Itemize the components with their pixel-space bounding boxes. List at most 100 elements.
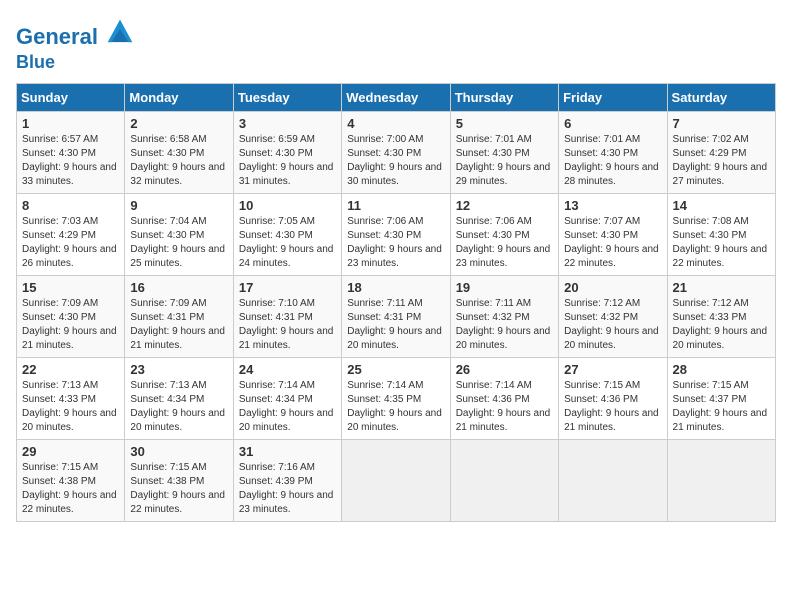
day-info: Sunrise: 7:16 AMSunset: 4:39 PMDaylight:… [239, 461, 336, 517]
calendar-day-14: 14 Sunrise: 7:08 AMSunset: 4:30 PMDayligh… [667, 194, 775, 276]
weekday-header-wednesday: Wednesday [342, 84, 450, 112]
calendar-table: SundayMondayTuesdayWednesdayThursdayFrid… [16, 83, 776, 522]
day-info: Sunrise: 7:12 AMSunset: 4:32 PMDaylight:… [564, 297, 661, 353]
calendar-day-20: 20 Sunrise: 7:12 AMSunset: 4:32 PMDayligh… [559, 276, 667, 358]
calendar-day-25: 25Sunrise: 7:14 AMSunset: 4:35 PMDayligh… [342, 358, 450, 440]
day-info: Sunrise: 7:08 AMSunset: 4:30 PMDaylight:… [673, 215, 770, 271]
day-info: Sunrise: 7:01 AMSunset: 4:30 PMDaylight:… [456, 133, 553, 189]
weekday-header-thursday: Thursday [450, 84, 558, 112]
calendar-day-30: 30 Sunrise: 7:15 AMSunset: 4:38 PMDayligh… [125, 440, 233, 522]
weekday-header-sunday: Sunday [17, 84, 125, 112]
day-info: Sunrise: 7:12 AMSunset: 4:33 PMDaylight:… [673, 297, 770, 353]
calendar-day-empty [342, 440, 450, 522]
calendar-day-21: 21Sunrise: 7:12 AMSunset: 4:33 PMDayligh… [667, 276, 775, 358]
day-number: 3 [239, 116, 336, 131]
calendar-day-31: 31 Sunrise: 7:16 AMSunset: 4:39 PMDayligh… [233, 440, 341, 522]
calendar-day-9: 9 Sunrise: 7:04 AMSunset: 4:30 PMDaylight… [125, 194, 233, 276]
day-info: Sunrise: 7:03 AMSunset: 4:29 PMDaylight:… [22, 215, 119, 271]
day-number: 16 [130, 280, 227, 295]
weekday-header-tuesday: Tuesday [233, 84, 341, 112]
calendar-day-6: 6Sunrise: 7:01 AMSunset: 4:30 PMDaylight… [559, 112, 667, 194]
day-number: 2 [130, 116, 227, 131]
calendar-day-8: 8Sunrise: 7:03 AMSunset: 4:29 PMDaylight… [17, 194, 125, 276]
day-info: Sunrise: 7:06 AMSunset: 4:30 PMDaylight:… [456, 215, 553, 271]
calendar-day-1: 1 Sunrise: 6:57 AMSunset: 4:30 PMDaylight… [17, 112, 125, 194]
calendar-week-1: 8Sunrise: 7:03 AMSunset: 4:29 PMDaylight… [17, 194, 776, 276]
day-info: Sunrise: 7:09 AMSunset: 4:30 PMDaylight:… [22, 297, 119, 353]
day-number: 5 [456, 116, 553, 131]
day-info: Sunrise: 6:59 AMSunset: 4:30 PMDaylight:… [239, 133, 336, 189]
calendar-day-7: 7 Sunrise: 7:02 AMSunset: 4:29 PMDaylight… [667, 112, 775, 194]
calendar-day-3: 3 Sunrise: 6:59 AMSunset: 4:30 PMDaylight… [233, 112, 341, 194]
weekday-header-monday: Monday [125, 84, 233, 112]
day-number: 20 [564, 280, 661, 295]
day-number: 30 [130, 444, 227, 459]
day-info: Sunrise: 7:15 AMSunset: 4:37 PMDaylight:… [673, 379, 770, 435]
day-number: 26 [456, 362, 553, 377]
day-number: 1 [22, 116, 119, 131]
calendar-day-16: 16 Sunrise: 7:09 AMSunset: 4:31 PMDayligh… [125, 276, 233, 358]
day-info: Sunrise: 7:15 AMSunset: 4:36 PMDaylight:… [564, 379, 661, 435]
day-info: Sunrise: 7:06 AMSunset: 4:30 PMDaylight:… [347, 215, 444, 271]
day-number: 22 [22, 362, 119, 377]
day-info: Sunrise: 7:14 AMSunset: 4:35 PMDaylight:… [347, 379, 444, 435]
calendar-day-18: 18 Sunrise: 7:11 AMSunset: 4:31 PMDayligh… [342, 276, 450, 358]
day-number: 27 [564, 362, 661, 377]
calendar-day-empty [667, 440, 775, 522]
calendar-day-empty [450, 440, 558, 522]
calendar-day-11: 11 Sunrise: 7:06 AMSunset: 4:30 PMDayligh… [342, 194, 450, 276]
calendar-day-2: 2 Sunrise: 6:58 AMSunset: 4:30 PMDaylight… [125, 112, 233, 194]
logo-icon [106, 16, 134, 44]
day-number: 7 [673, 116, 770, 131]
day-number: 31 [239, 444, 336, 459]
calendar-day-23: 23 Sunrise: 7:13 AMSunset: 4:34 PMDayligh… [125, 358, 233, 440]
day-number: 28 [673, 362, 770, 377]
day-info: Sunrise: 7:11 AMSunset: 4:31 PMDaylight:… [347, 297, 444, 353]
day-info: Sunrise: 7:14 AMSunset: 4:34 PMDaylight:… [239, 379, 336, 435]
logo: General Blue [16, 16, 134, 73]
calendar-day-29: 29Sunrise: 7:15 AMSunset: 4:38 PMDayligh… [17, 440, 125, 522]
day-number: 11 [347, 198, 444, 213]
calendar-day-27: 27 Sunrise: 7:15 AMSunset: 4:36 PMDayligh… [559, 358, 667, 440]
logo-blue: Blue [16, 52, 55, 72]
calendar-day-17: 17 Sunrise: 7:10 AMSunset: 4:31 PMDayligh… [233, 276, 341, 358]
day-info: Sunrise: 7:09 AMSunset: 4:31 PMDaylight:… [130, 297, 227, 353]
page-header: General Blue [16, 16, 776, 73]
day-info: Sunrise: 6:58 AMSunset: 4:30 PMDaylight:… [130, 133, 227, 189]
weekday-header-saturday: Saturday [667, 84, 775, 112]
day-info: Sunrise: 7:15 AMSunset: 4:38 PMDaylight:… [22, 461, 119, 517]
calendar-week-3: 22 Sunrise: 7:13 AMSunset: 4:33 PMDayligh… [17, 358, 776, 440]
day-number: 9 [130, 198, 227, 213]
calendar-day-empty [559, 440, 667, 522]
day-info: Sunrise: 7:13 AMSunset: 4:33 PMDaylight:… [22, 379, 119, 435]
calendar-day-24: 24 Sunrise: 7:14 AMSunset: 4:34 PMDayligh… [233, 358, 341, 440]
day-number: 14 [673, 198, 770, 213]
day-info: Sunrise: 7:13 AMSunset: 4:34 PMDaylight:… [130, 379, 227, 435]
day-number: 17 [239, 280, 336, 295]
calendar-week-2: 15 Sunrise: 7:09 AMSunset: 4:30 PMDayligh… [17, 276, 776, 358]
day-number: 23 [130, 362, 227, 377]
day-number: 24 [239, 362, 336, 377]
calendar-week-4: 29Sunrise: 7:15 AMSunset: 4:38 PMDayligh… [17, 440, 776, 522]
calendar-day-15: 15 Sunrise: 7:09 AMSunset: 4:30 PMDayligh… [17, 276, 125, 358]
day-info: Sunrise: 7:15 AMSunset: 4:38 PMDaylight:… [130, 461, 227, 517]
calendar-week-0: 1 Sunrise: 6:57 AMSunset: 4:30 PMDaylight… [17, 112, 776, 194]
calendar-day-19: 19Sunrise: 7:11 AMSunset: 4:32 PMDayligh… [450, 276, 558, 358]
day-number: 10 [239, 198, 336, 213]
day-info: Sunrise: 7:04 AMSunset: 4:30 PMDaylight:… [130, 215, 227, 271]
calendar-day-12: 12 Sunrise: 7:06 AMSunset: 4:30 PMDayligh… [450, 194, 558, 276]
day-number: 15 [22, 280, 119, 295]
day-number: 12 [456, 198, 553, 213]
day-info: Sunrise: 7:02 AMSunset: 4:29 PMDaylight:… [673, 133, 770, 189]
day-number: 18 [347, 280, 444, 295]
calendar-day-26: 26 Sunrise: 7:14 AMSunset: 4:36 PMDayligh… [450, 358, 558, 440]
calendar-day-5: 5 Sunrise: 7:01 AMSunset: 4:30 PMDaylight… [450, 112, 558, 194]
day-info: Sunrise: 6:57 AMSunset: 4:30 PMDaylight:… [22, 133, 119, 189]
calendar-day-4: 4Sunrise: 7:00 AMSunset: 4:30 PMDaylight… [342, 112, 450, 194]
day-info: Sunrise: 7:11 AMSunset: 4:32 PMDaylight:… [456, 297, 553, 353]
day-number: 13 [564, 198, 661, 213]
day-info: Sunrise: 7:10 AMSunset: 4:31 PMDaylight:… [239, 297, 336, 353]
day-info: Sunrise: 7:14 AMSunset: 4:36 PMDaylight:… [456, 379, 553, 435]
weekday-header-friday: Friday [559, 84, 667, 112]
day-number: 4 [347, 116, 444, 131]
